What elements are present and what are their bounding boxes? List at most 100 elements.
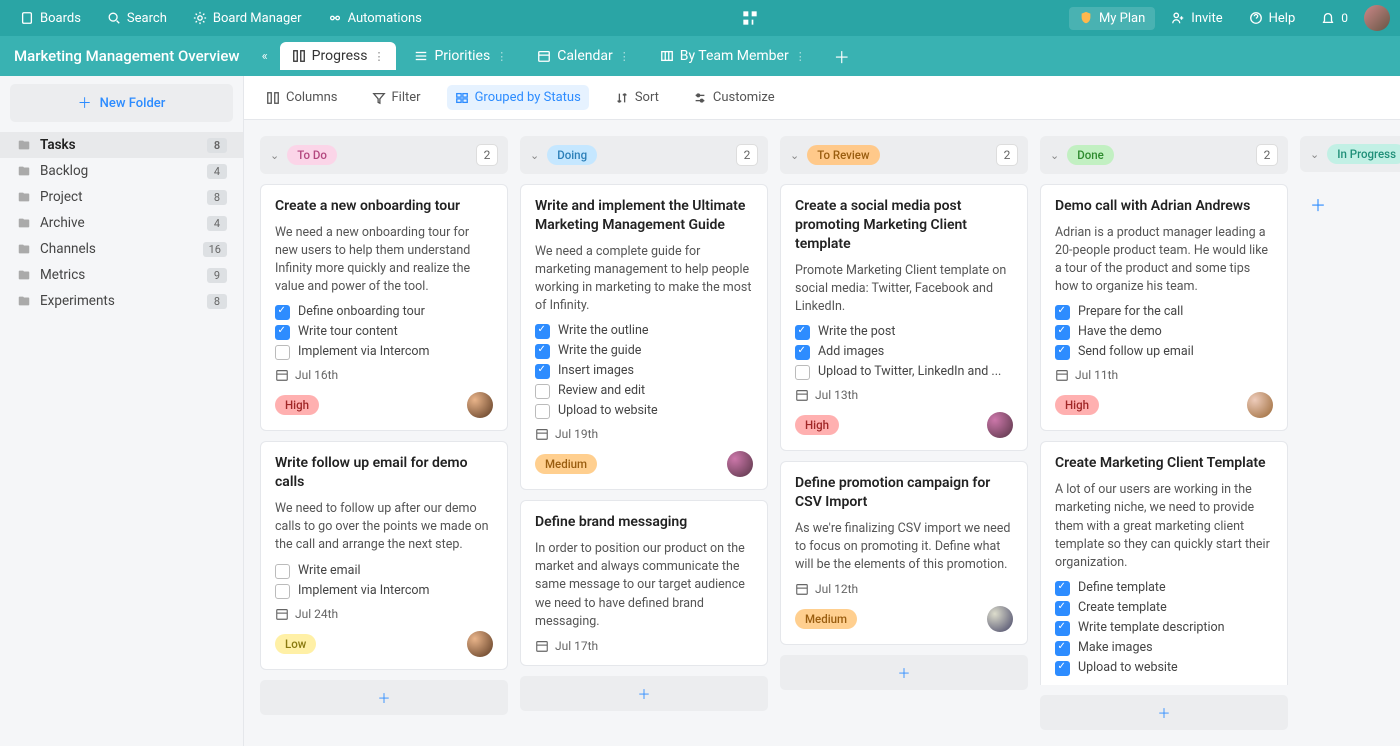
card[interactable]: Create a social media post promoting Mar… <box>780 184 1028 451</box>
folder-metrics[interactable]: Metrics9 <box>0 262 243 288</box>
search-button[interactable]: Search <box>97 7 177 30</box>
checkbox-icon[interactable] <box>275 305 290 320</box>
filter-button[interactable]: Filter <box>364 85 429 110</box>
assignee-avatar[interactable] <box>467 631 493 657</box>
checklist-item[interactable]: Create template <box>1055 600 1273 616</box>
customize-button[interactable]: Customize <box>685 85 783 110</box>
add-card-button[interactable]: ＋ <box>1040 695 1288 730</box>
checklist-item[interactable]: Implement via Intercom <box>275 583 493 599</box>
checkbox-icon[interactable] <box>1055 661 1070 676</box>
folder-backlog[interactable]: Backlog4 <box>0 158 243 184</box>
checklist-item[interactable]: Write the guide <box>535 343 753 359</box>
tab-by-team-member[interactable]: By Team Member⋮ <box>648 42 818 70</box>
checklist-item[interactable]: Have the demo <box>1055 324 1273 340</box>
card[interactable]: Write and implement the Ultimate Marketi… <box>520 184 768 490</box>
folder-experiments[interactable]: Experiments8 <box>0 288 243 314</box>
board-manager-button[interactable]: Board Manager <box>183 7 312 30</box>
checkbox-icon[interactable] <box>275 325 290 340</box>
folder-channels[interactable]: Channels16 <box>0 236 243 262</box>
chevron-down-icon[interactable]: ⌄ <box>790 149 799 162</box>
checkbox-icon[interactable] <box>275 345 290 360</box>
checkbox-icon[interactable] <box>1055 621 1070 636</box>
collapse-sidebar-button[interactable]: « <box>256 49 274 64</box>
folder-count: 16 <box>203 242 227 257</box>
checklist-item[interactable]: Send follow up email <box>1055 344 1273 360</box>
tab-priorities[interactable]: Priorities⋮ <box>402 42 519 70</box>
checkbox-icon[interactable] <box>275 584 290 599</box>
checkbox-icon[interactable] <box>1055 325 1070 340</box>
checklist-item[interactable]: Define template <box>1055 580 1273 596</box>
chevron-down-icon[interactable]: ⌄ <box>1310 148 1319 161</box>
sort-button[interactable]: Sort <box>607 85 667 110</box>
chevron-down-icon[interactable]: ⌄ <box>530 149 539 162</box>
group-button[interactable]: Grouped by Status <box>447 85 589 110</box>
add-tab-button[interactable]: ＋ <box>824 40 860 72</box>
checkbox-icon[interactable] <box>535 364 550 379</box>
checkbox-icon[interactable] <box>1055 641 1070 656</box>
tab-menu-icon[interactable]: ⋮ <box>373 50 384 63</box>
checkbox-icon[interactable] <box>1055 345 1070 360</box>
my-plan-button[interactable]: My Plan <box>1069 7 1155 30</box>
assignee-avatar[interactable] <box>727 451 753 477</box>
add-card-button[interactable]: ＋ <box>520 676 768 711</box>
column-count: 2 <box>736 144 758 166</box>
assignee-avatar[interactable] <box>987 606 1013 632</box>
card[interactable]: Demo call with Adrian AndrewsAdrian is a… <box>1040 184 1288 431</box>
checkbox-icon[interactable] <box>795 345 810 360</box>
tab-progress[interactable]: Progress⋮ <box>280 42 397 70</box>
checklist-item[interactable]: Write tour content <box>275 324 493 340</box>
tab-menu-icon[interactable]: ⋮ <box>496 50 507 63</box>
card[interactable]: Define brand messagingIn order to positi… <box>520 500 768 666</box>
folder-tasks[interactable]: Tasks8 <box>0 132 243 158</box>
user-avatar[interactable] <box>1364 5 1390 31</box>
tab-menu-icon[interactable]: ⋮ <box>619 50 630 63</box>
checklist-item[interactable]: Upload to website <box>1055 660 1273 676</box>
automations-button[interactable]: Automations <box>318 7 432 30</box>
checklist-item[interactable]: Make images <box>1055 640 1273 656</box>
tab-calendar[interactable]: Calendar⋮ <box>525 42 642 70</box>
checklist-item[interactable]: Insert images <box>535 363 753 379</box>
card[interactable]: Define promotion campaign for CSV Import… <box>780 461 1028 645</box>
help-button[interactable]: Help <box>1239 7 1306 30</box>
add-card-button[interactable]: ＋ <box>1300 182 1400 226</box>
checklist-item[interactable]: Add images <box>795 344 1013 360</box>
assignee-avatar[interactable] <box>987 412 1013 438</box>
checklist-item[interactable]: Upload to website <box>535 403 753 419</box>
checkbox-icon[interactable] <box>795 325 810 340</box>
checklist-item[interactable]: Prepare for the call <box>1055 304 1273 320</box>
checkbox-icon[interactable] <box>1055 305 1070 320</box>
checkbox-icon[interactable] <box>535 324 550 339</box>
checkbox-icon[interactable] <box>535 384 550 399</box>
checklist-item[interactable]: Implement via Intercom <box>275 344 493 360</box>
new-folder-button[interactable]: ＋ New Folder <box>10 84 233 122</box>
card[interactable]: Create a new onboarding tourWe need a ne… <box>260 184 508 431</box>
checklist-item[interactable]: Define onboarding tour <box>275 304 493 320</box>
assignee-avatar[interactable] <box>467 392 493 418</box>
add-card-button[interactable]: ＋ <box>780 655 1028 690</box>
folder-archive[interactable]: Archive4 <box>0 210 243 236</box>
checklist-item[interactable]: Write the outline <box>535 323 753 339</box>
add-card-button[interactable]: ＋ <box>260 680 508 715</box>
checklist-item[interactable]: Upload to Twitter, LinkedIn and ... <box>795 364 1013 380</box>
checklist-item[interactable]: Write the post <box>795 324 1013 340</box>
card[interactable]: Write follow up email for demo callsWe n… <box>260 441 508 669</box>
checkbox-icon[interactable] <box>1055 601 1070 616</box>
checklist-item[interactable]: Write email <box>275 563 493 579</box>
columns-button[interactable]: Columns <box>258 85 346 110</box>
invite-button[interactable]: Invite <box>1161 7 1232 30</box>
notifications-button[interactable]: 0 <box>1311 7 1358 29</box>
chevron-down-icon[interactable]: ⌄ <box>1050 149 1059 162</box>
card[interactable]: Create Marketing Client TemplateA lot of… <box>1040 441 1288 685</box>
checklist-item[interactable]: Write template description <box>1055 620 1273 636</box>
checkbox-icon[interactable] <box>535 404 550 419</box>
assignee-avatar[interactable] <box>1247 392 1273 418</box>
tab-menu-icon[interactable]: ⋮ <box>795 50 806 63</box>
chevron-down-icon[interactable]: ⌄ <box>270 149 279 162</box>
checkbox-icon[interactable] <box>275 564 290 579</box>
checkbox-icon[interactable] <box>795 365 810 380</box>
checkbox-icon[interactable] <box>535 344 550 359</box>
boards-button[interactable]: Boards <box>10 7 91 30</box>
checkbox-icon[interactable] <box>1055 581 1070 596</box>
folder-project[interactable]: Project8 <box>0 184 243 210</box>
checklist-item[interactable]: Review and edit <box>535 383 753 399</box>
